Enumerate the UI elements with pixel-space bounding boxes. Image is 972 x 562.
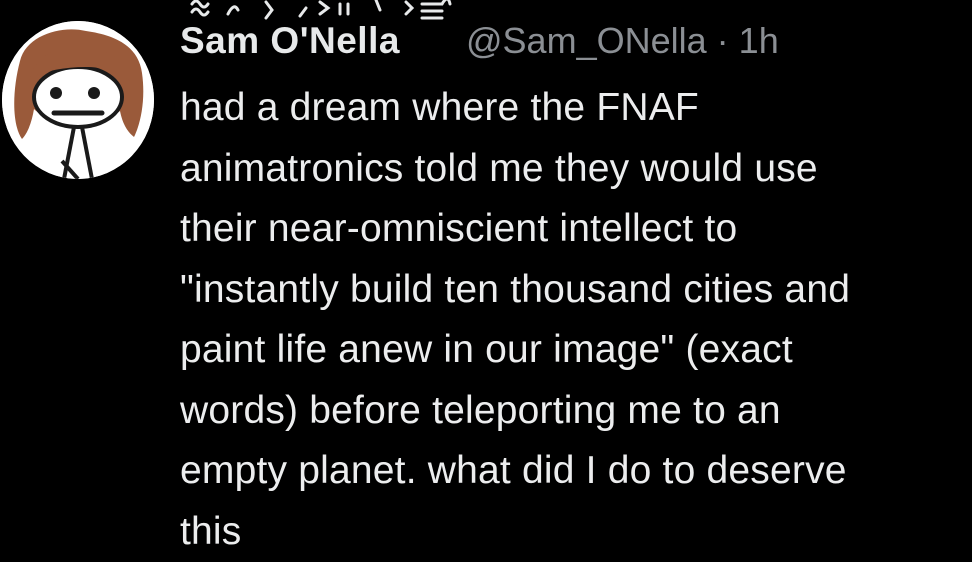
tweet-text-line: had a dream where the FNAF — [180, 78, 972, 139]
tweet-text-line: animatronics told me they would use — [180, 139, 972, 200]
tweet-text-line: empty planet. what did I do to deserve — [180, 441, 972, 502]
avatar[interactable] — [2, 21, 154, 179]
tweet-text-line: this — [180, 502, 972, 562]
tweet-text-line: words) before teleporting me to an — [180, 381, 972, 442]
tweet-timestamp[interactable]: 1h — [739, 20, 779, 61]
tweet-text-line: "instantly build ten thousand cities and — [180, 260, 972, 321]
author-meta: @Sam_ONella · 1h — [466, 19, 779, 63]
author-display-name[interactable]: Sam O'Nella — [180, 19, 400, 63]
separator-dot: · — [717, 20, 729, 61]
tweet-card[interactable]: Sam O'Nella @Sam_ONella · 1h had a dream… — [0, 0, 972, 539]
tweet-header: Sam O'Nella @Sam_ONella · 1h — [180, 0, 960, 76]
tweet-text-line: paint life anew in our image" (exact — [180, 320, 972, 381]
tweet-body: had a dream where the FNAF animatronics … — [180, 78, 972, 562]
author-handle[interactable]: @Sam_ONella — [466, 20, 707, 61]
cartoon-stick-figure-avatar-icon — [2, 21, 154, 179]
tweet-text-line: their near-omniscient intellect to — [180, 199, 972, 260]
